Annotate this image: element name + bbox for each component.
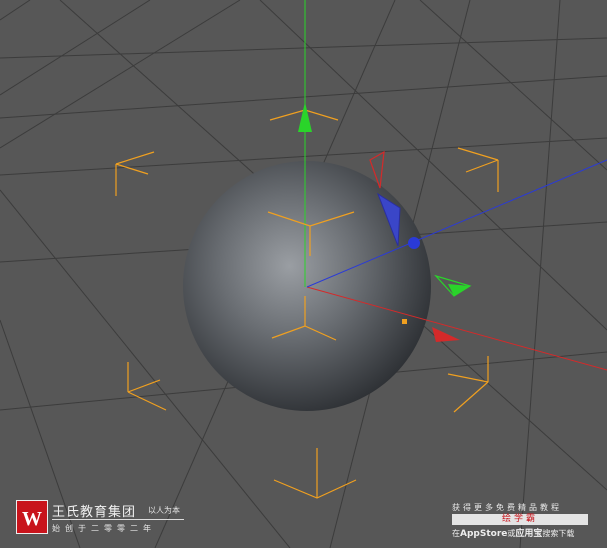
promo-bottom-text: 在AppStore或应用宝搜索下载 [452,526,592,539]
promo-app: 应用宝 [515,529,543,539]
3d-viewport[interactable] [0,0,607,548]
brand-logo-icon: W [16,500,48,534]
brand-name: 王氏教育集团 [52,505,137,520]
z-axis-knob[interactable] [408,237,420,249]
brand-logo-letter: W [22,508,42,530]
promo-top-text: 获得更多免费精品教程 [452,503,562,512]
brand-subline: 始创于二零零二年 [52,524,156,533]
y-rotation-fill [448,284,470,296]
promo-store: AppStore [460,529,508,539]
brand-divider [52,519,184,520]
sphere-object[interactable] [183,161,431,411]
brand-slogan: 以人为本 [148,506,180,515]
point-marker[interactable] [402,319,407,324]
promo-app-name: 绘学霸 [452,514,588,525]
promo-watermark: 获得更多免费精品教程 绘学霸 在AppStore或应用宝搜索下载 [452,502,592,539]
promo-prefix: 在 [452,529,460,538]
promo-suffix: 搜索下载 [542,529,575,538]
y-axis-arrow[interactable] [298,102,312,132]
x-axis-arrow[interactable] [432,327,460,342]
